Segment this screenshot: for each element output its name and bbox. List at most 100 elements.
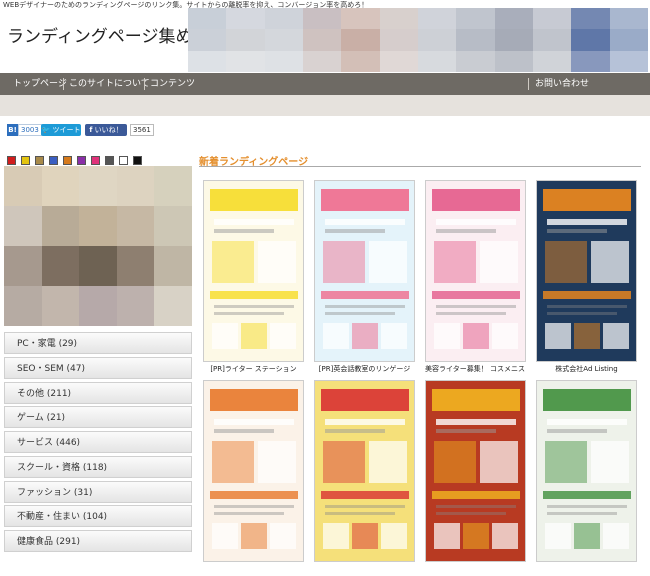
landing-page-caption[interactable]: [PR]英会話教室のリンゲージ — [314, 362, 415, 376]
landing-page-card[interactable] — [425, 380, 526, 576]
thumbnail-block — [325, 429, 385, 433]
thumbnail-block — [574, 323, 600, 349]
mosaic-tile — [456, 29, 495, 51]
thumbnail-block — [323, 323, 349, 349]
mosaic-tile — [41, 206, 80, 246]
landing-page-caption[interactable] — [425, 562, 526, 576]
landing-page-card[interactable]: 株式会社Ad Listing — [536, 180, 637, 376]
landing-page-card[interactable]: [PR]ライター ステーション — [203, 180, 304, 376]
category-item[interactable]: PC・家電 (29) — [4, 332, 192, 354]
landing-page-thumbnail[interactable] — [536, 380, 637, 562]
thumbnail-block — [381, 323, 407, 349]
thumbnail-block — [436, 419, 516, 425]
color-swatch[interactable] — [119, 156, 128, 165]
category-item[interactable]: スクール・資格 (118) — [4, 455, 192, 478]
landing-page-thumbnail[interactable] — [425, 380, 526, 562]
landing-page-caption[interactable] — [203, 562, 304, 576]
nav-item-contact[interactable]: お問い合わせ — [535, 73, 589, 95]
mosaic-tile — [494, 29, 533, 51]
thumbnail-block — [436, 305, 516, 308]
mosaic-tile — [4, 206, 42, 246]
thumbnail-block — [543, 189, 631, 211]
color-swatch[interactable] — [49, 156, 58, 165]
thumbnail-block — [258, 241, 296, 283]
mosaic-tile — [79, 166, 117, 206]
thumbnail-block — [214, 305, 294, 308]
thumbnail-block — [323, 441, 365, 483]
mosaic-tile — [571, 29, 610, 51]
mosaic-tile — [417, 29, 457, 51]
twitter-icon: 🐦 — [41, 126, 51, 134]
thumbnail-block — [547, 429, 607, 433]
landing-page-card[interactable] — [314, 380, 415, 576]
section-divider — [199, 166, 641, 167]
landing-page-caption[interactable] — [314, 562, 415, 576]
nav-item-about[interactable]: このサイトについて — [69, 73, 150, 95]
mosaic-tile — [341, 29, 380, 51]
thumbnail-block — [325, 305, 405, 308]
category-item[interactable]: 不動産・住まい (104) — [4, 505, 192, 528]
mosaic-tile — [532, 8, 572, 30]
mosaic-tile — [532, 29, 572, 51]
thumbnail-block — [434, 441, 476, 483]
nav-item-top[interactable]: トップページ — [13, 73, 67, 95]
color-swatch[interactable] — [35, 156, 44, 165]
landing-page-card[interactable]: [PR]英会話教室のリンゲージ — [314, 180, 415, 376]
landing-page-caption[interactable]: 美容ライター募集！ コスメニスト — [425, 362, 526, 376]
landing-page-thumbnail[interactable] — [203, 180, 304, 362]
thumbnail-block — [214, 429, 274, 433]
mosaic-tile — [4, 246, 42, 286]
nav-separator — [63, 78, 64, 90]
thumbnail-block — [545, 323, 571, 349]
tweet-button[interactable]: 🐦 ツイート — [41, 124, 81, 136]
category-item[interactable]: 健康食品 (291) — [4, 530, 192, 552]
category-item[interactable]: SEO・SEM (47) — [4, 356, 192, 379]
category-item[interactable]: サービス (446) — [4, 431, 192, 453]
color-swatch[interactable] — [77, 156, 86, 165]
thumbnail-block — [352, 323, 378, 349]
mosaic-tile — [116, 166, 155, 206]
thumbnail-block — [325, 505, 405, 508]
mosaic-tile — [226, 29, 265, 51]
landing-page-thumbnail[interactable] — [314, 180, 415, 362]
thumbnail-block — [270, 323, 296, 349]
mosaic-tile — [379, 8, 418, 30]
category-item[interactable]: ファッション (31) — [4, 480, 192, 503]
landing-page-card[interactable]: 美容ライター募集！ コスメニスト — [425, 180, 526, 376]
landing-page-thumbnail[interactable] — [203, 380, 304, 562]
thumbnail-block — [547, 229, 607, 233]
color-swatch[interactable] — [91, 156, 100, 165]
thumbnail-block — [432, 491, 520, 499]
thumbnail-block — [436, 219, 516, 225]
mosaic-tile — [302, 8, 342, 30]
landing-page-thumbnail[interactable] — [425, 180, 526, 362]
like-label: いいね！ — [94, 126, 123, 134]
thumbnail-block — [210, 189, 298, 211]
landing-page-caption[interactable]: 株式会社Ad Listing — [536, 362, 637, 376]
mosaic-tile — [41, 246, 80, 286]
thumbnail-block — [214, 512, 284, 515]
category-item[interactable]: ゲーム (21) — [4, 406, 192, 429]
category-item[interactable]: その他 (211) — [4, 381, 192, 404]
mosaic-tile — [226, 50, 265, 72]
landing-page-caption[interactable] — [536, 562, 637, 576]
color-swatch[interactable] — [105, 156, 114, 165]
mosaic-tile — [41, 286, 80, 326]
thumbnail-block — [214, 229, 274, 233]
hatena-bookmark-button[interactable]: B! 3003 — [7, 124, 42, 136]
mosaic-tile — [4, 286, 42, 326]
thumbnail-block — [434, 241, 476, 283]
color-swatch[interactable] — [63, 156, 72, 165]
facebook-like-button[interactable]: f いいね！ — [85, 124, 127, 136]
landing-page-card[interactable] — [536, 380, 637, 576]
landing-page-thumbnail[interactable] — [314, 380, 415, 562]
nav-item-contents[interactable]: コンテンツ — [150, 73, 195, 95]
thumbnail-block — [547, 305, 627, 308]
landing-page-thumbnail[interactable] — [536, 180, 637, 362]
thumbnail-block — [574, 523, 600, 549]
color-swatch[interactable] — [7, 156, 16, 165]
landing-page-caption[interactable]: [PR]ライター ステーション — [203, 362, 304, 376]
color-swatch[interactable] — [21, 156, 30, 165]
color-swatch[interactable] — [133, 156, 142, 165]
landing-page-card[interactable] — [203, 380, 304, 576]
